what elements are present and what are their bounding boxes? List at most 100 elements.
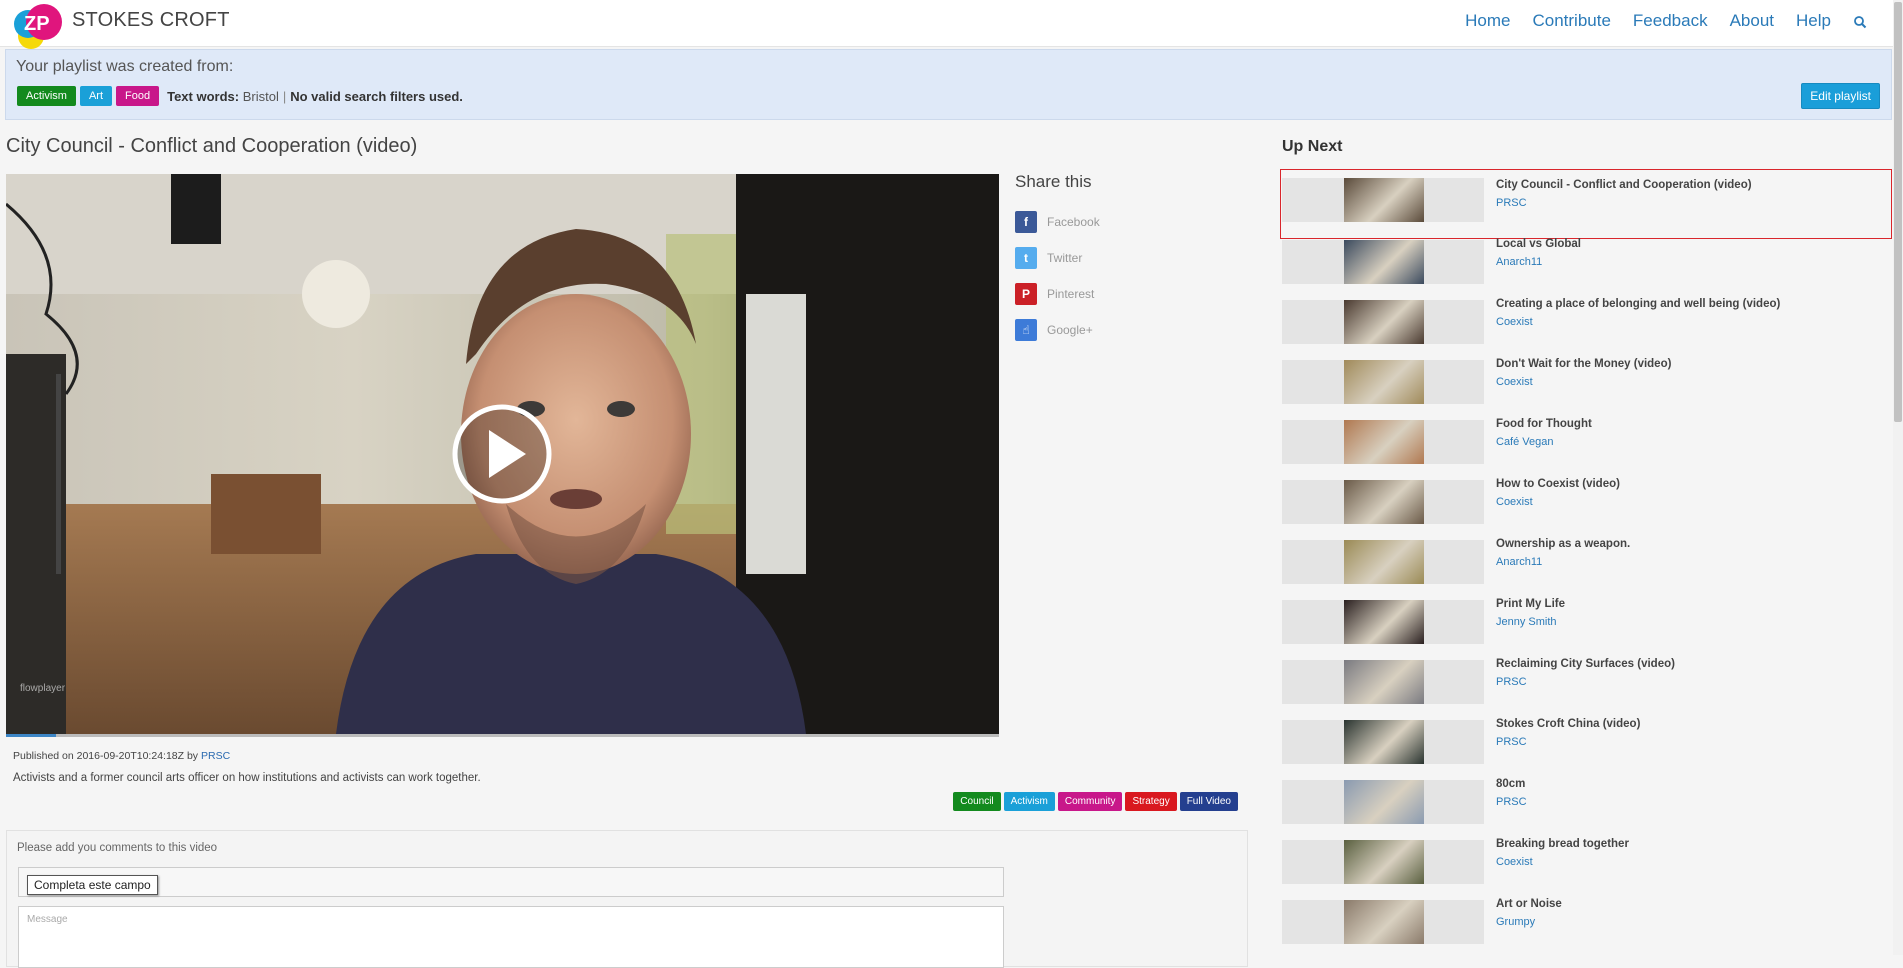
upnext-item-title[interactable]: City Council - Conflict and Cooperation … [1496,179,1752,191]
upnext-item-title[interactable]: Print My Life [1496,598,1565,610]
video-thumbnail[interactable] [1344,178,1424,222]
filter-tag-activism[interactable]: Activism [17,86,76,106]
share-label: Facebook [1047,215,1100,229]
nav-about[interactable]: About [1730,11,1774,31]
video-tag-full-video[interactable]: Full Video [1179,792,1238,811]
upnext-item-author[interactable]: PRSC [1496,197,1527,209]
upnext-item-title[interactable]: How to Coexist (video) [1496,478,1620,490]
upnext-item-title[interactable]: Creating a place of belonging and well b… [1496,298,1780,310]
video-thumbnail[interactable] [1344,360,1424,404]
pinterest-icon: P [1015,283,1037,305]
video-frame: flowplayer [6,174,999,734]
upnext-item-author[interactable]: Coexist [1496,376,1533,388]
text-words-value: Bristol [242,88,279,104]
top-navbar: ZP STOKES CROFT Home Contribute Feedback… [0,0,1903,50]
share-pinterest[interactable]: P Pinterest [1015,276,1100,312]
share-twitter[interactable]: t Twitter [1015,240,1100,276]
upnext-item-author[interactable]: Anarch11 [1496,556,1542,568]
comment-message-textarea[interactable]: Message [18,906,1004,968]
playlist-filter-tags: Activism Art Food Text words: Bristol | No va… [17,86,463,106]
upnext-item[interactable]: Print My Life Jenny Smith [1281,590,1891,650]
video-thumbnail[interactable] [1344,240,1424,284]
zp-logo-icon[interactable]: ZP [13,2,69,50]
filter-tag-art[interactable]: Art [79,86,113,106]
upnext-item-author[interactable]: Coexist [1496,856,1533,868]
nav-home[interactable]: Home [1465,11,1510,31]
upnext-item[interactable]: Don't Wait for the Money (video) Coexist [1281,350,1891,410]
published-date: Published on 2016-09-20T10:24:18Z by [13,750,199,762]
upnext-item-title[interactable]: Stokes Croft China (video) [1496,718,1640,730]
upnext-item-title[interactable]: Don't Wait for the Money (video) [1496,358,1671,370]
video-thumbnail[interactable] [1344,900,1424,944]
video-tag-community[interactable]: Community [1057,792,1123,811]
main-nav: Home Contribute Feedback About Help [1443,11,1867,31]
upnext-item-author[interactable]: Café Vegan [1496,436,1554,448]
nav-contribute[interactable]: Contribute [1532,11,1610,31]
video-tag-council[interactable]: Council [953,792,1001,811]
upnext-item-title[interactable]: Breaking bread together [1496,838,1629,850]
upnext-item-author[interactable]: Coexist [1496,496,1533,508]
upnext-item[interactable]: Ownership as a weapon. Anarch11 [1281,530,1891,590]
video-description: Activists and a former council arts offi… [13,772,481,784]
share-facebook[interactable]: f Facebook [1015,204,1100,240]
upnext-item-title[interactable]: 80cm [1496,778,1525,790]
upnext-item[interactable]: Stokes Croft China (video) PRSC [1281,710,1891,770]
upnext-item-author[interactable]: PRSC [1496,676,1527,688]
video-thumbnail[interactable] [1344,840,1424,884]
filters-note: No valid search filters used. [290,88,463,104]
upnext-item[interactable]: Breaking bread together Coexist [1281,830,1891,890]
validation-tooltip: Completa este campo [27,875,158,895]
video-tags: Council Activism Community Strategy Full Vid… [950,792,1238,811]
playlist-banner: Your playlist was created from: Activism… [5,49,1892,120]
video-thumbnail[interactable] [1344,660,1424,704]
scrollbar-thumb[interactable] [1894,2,1902,422]
video-progress-bar[interactable] [6,734,999,737]
video-tag-activism[interactable]: Activism [1003,792,1055,811]
edit-playlist-button[interactable]: Edit playlist [1801,83,1880,109]
upnext-item[interactable]: Creating a place of belonging and well b… [1281,290,1891,350]
page-scrollbar[interactable] [1893,0,1903,955]
video-thumbnail[interactable] [1344,780,1424,824]
nav-feedback[interactable]: Feedback [1633,11,1708,31]
upnext-item-author[interactable]: Anarch11 [1496,256,1542,268]
message-placeholder: Message [27,914,68,925]
playlist-banner-title: Your playlist was created from: [16,58,234,75]
brand-name[interactable]: STOKES CROFT [72,9,230,32]
upnext-item-author[interactable]: Jenny Smith [1496,616,1557,628]
upnext-item[interactable]: 80cm PRSC [1281,770,1891,830]
upnext-item-title[interactable]: Ownership as a weapon. [1496,538,1630,550]
facebook-icon: f [1015,211,1037,233]
upnext-title: Up Next [1282,138,1343,155]
upnext-item[interactable]: Reclaiming City Surfaces (video) PRSC [1281,650,1891,710]
video-author-link[interactable]: PRSC [201,750,230,762]
svg-text:ZP: ZP [24,13,50,35]
comment-name-input[interactable] [18,867,1004,897]
video-thumbnail[interactable] [1344,480,1424,524]
upnext-item-author[interactable]: Coexist [1496,316,1533,328]
upnext-item-author[interactable]: PRSC [1496,736,1527,748]
upnext-item[interactable]: How to Coexist (video) Coexist [1281,470,1891,530]
video-player[interactable]: flowplayer [6,174,999,734]
share-googleplus[interactable]: ☝ Google+ [1015,312,1100,348]
upnext-list: City Council - Conflict and Cooperation … [1280,169,1892,950]
upnext-item-author[interactable]: Grumpy [1496,916,1535,928]
upnext-item-title[interactable]: Reclaiming City Surfaces (video) [1496,658,1675,670]
filter-tag-food[interactable]: Food [116,86,160,106]
upnext-item-author[interactable]: PRSC [1496,796,1527,808]
video-thumbnail[interactable] [1344,540,1424,584]
thumbs-up-icon: ☝ [1015,319,1037,341]
upnext-item-title[interactable]: Local vs Global [1496,238,1581,250]
upnext-item[interactable]: Art or Noise Grumpy [1281,890,1891,950]
upnext-item-title[interactable]: Art or Noise [1496,898,1562,910]
nav-help[interactable]: Help [1796,11,1831,31]
video-thumbnail[interactable] [1344,720,1424,764]
video-thumbnail[interactable] [1344,300,1424,344]
upnext-item[interactable]: Food for Thought Café Vegan [1281,410,1891,470]
video-thumbnail[interactable] [1344,600,1424,644]
video-thumbnail[interactable] [1344,420,1424,464]
upnext-item[interactable]: City Council - Conflict and Cooperation … [1280,169,1892,239]
upnext-item[interactable]: Local vs Global Anarch11 [1281,230,1891,290]
upnext-item-title[interactable]: Food for Thought [1496,418,1592,430]
search-icon[interactable] [1853,12,1867,32]
video-tag-strategy[interactable]: Strategy [1125,792,1177,811]
